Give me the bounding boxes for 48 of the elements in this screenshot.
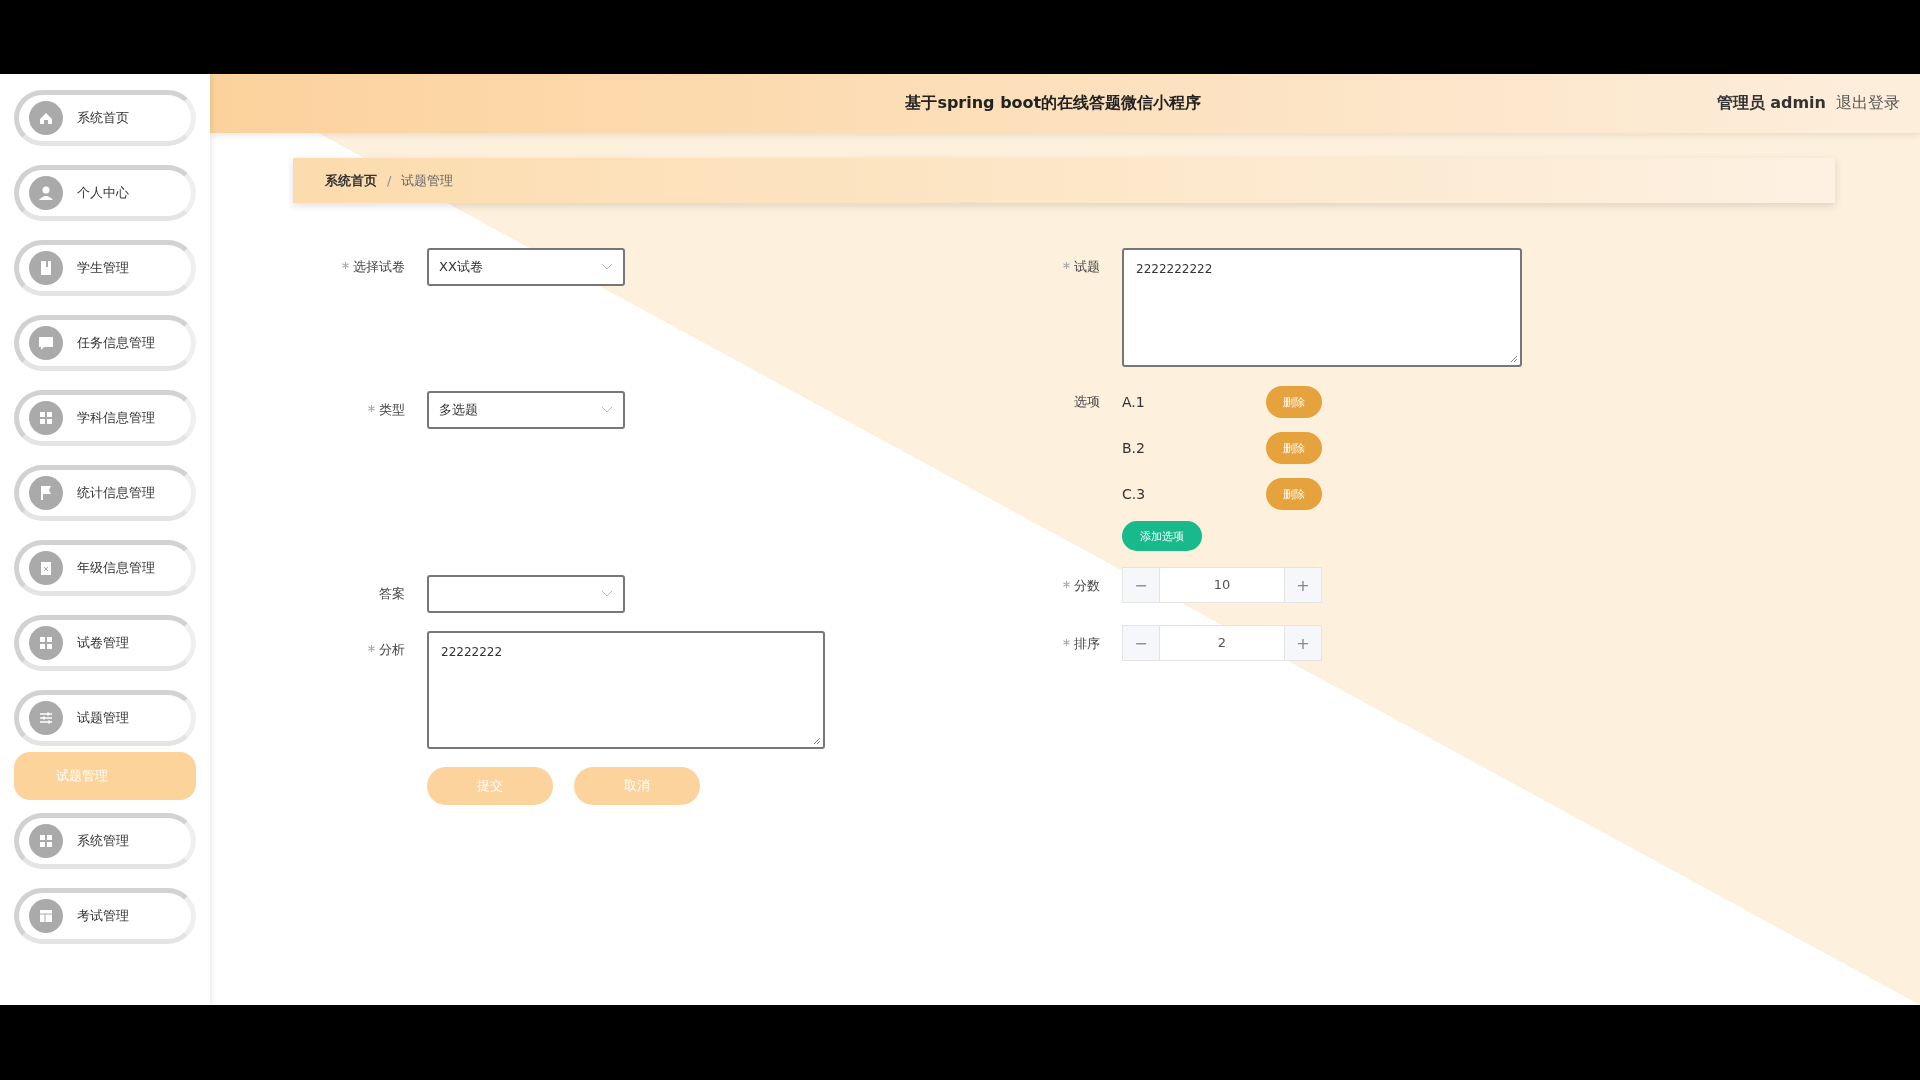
field-label: 类型 [379,401,405,419]
field-label: 选项 [1074,393,1100,411]
sliders-icon [29,701,63,735]
analysis-textarea[interactable]: 22222222 [427,631,825,749]
answer-select[interactable] [427,575,625,613]
sidebar-item[interactable]: 试卷管理 [14,615,196,671]
sidebar-item[interactable]: 学生管理 [14,240,196,296]
home-icon [29,101,63,135]
sidebar-item[interactable]: 统计信息管理 [14,465,196,521]
breadcrumb-separator: / [387,173,392,188]
field-label: 分数 [1074,577,1100,595]
field-label: 分析 [379,641,405,659]
logout-link[interactable]: 退出登录 [1836,93,1900,114]
user-name: 管理员 admin [1716,93,1826,114]
sidebar-item[interactable]: 年级信息管理 [14,540,196,596]
option-text: A.1 [1122,394,1146,410]
clipboard-icon [29,551,63,585]
field-label: 选择试卷 [353,258,405,276]
flag-icon [29,476,63,510]
table-icon [29,899,63,933]
field-label: 排序 [1074,635,1100,653]
grid-icon [29,824,63,858]
grid-icon [29,401,63,435]
grid-icon [29,626,63,660]
sidebar-item[interactable]: 系统管理 [14,813,196,869]
option-text: B.2 [1122,440,1146,456]
sidebar-item[interactable]: 系统首页 [14,90,196,146]
field-label: 答案 [379,585,405,603]
breadcrumb-link[interactable]: 系统首页 [325,171,377,190]
resize-handle-icon [813,737,821,745]
book-icon [29,251,63,285]
question-textarea[interactable]: 2222222222 [1122,248,1522,367]
app-title: 基于spring boot的在线答题微信小程序 [904,93,1203,114]
field-label: 试题 [1074,258,1100,276]
chat-icon [29,326,63,360]
sidebar-item[interactable]: 任务信息管理 [14,315,196,371]
sidebar-item[interactable]: 试题管理 [14,690,196,746]
resize-handle-icon [1510,355,1518,363]
caret-icon [601,263,613,271]
caret-icon [601,590,613,598]
sidebar-item[interactable]: 考试管理 [14,888,196,944]
sidebar-item[interactable]: 个人中心 [14,165,196,221]
paper-select[interactable]: XX试卷 [427,248,625,286]
option-text: C.3 [1122,486,1147,502]
type-select[interactable]: 多选题 [427,391,625,429]
caret-icon [601,406,613,414]
user-icon [29,176,63,210]
sidebar-item[interactable]: 学科信息管理 [14,390,196,446]
